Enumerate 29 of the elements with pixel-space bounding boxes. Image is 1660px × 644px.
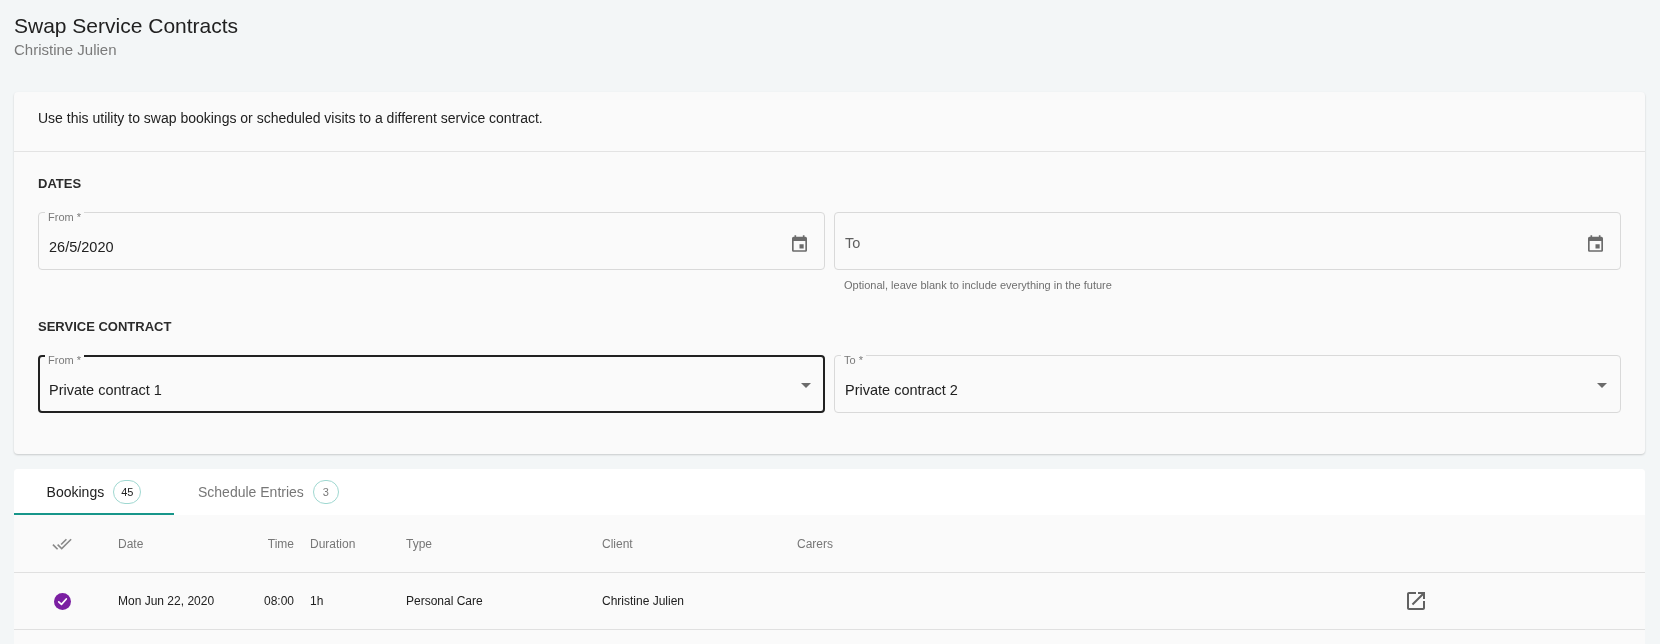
column-header: Date — [118, 536, 144, 551]
helper-text: Optional, leave blank to include everything in the future — [843, 278, 1113, 293]
column-header: Duration — [310, 536, 356, 551]
section-heading: SERVICE CONTRACT — [38, 318, 173, 336]
double-check-icon[interactable] — [52, 537, 72, 550]
field-label: From * — [45, 355, 84, 366]
table-cell: 08:00 — [263, 594, 294, 608]
column-header: Time — [267, 536, 294, 551]
date-field[interactable]: To — [834, 212, 1621, 270]
open-external-icon[interactable] — [1407, 592, 1425, 610]
calendar-icon[interactable] — [792, 235, 807, 252]
table-cell: 1h — [310, 594, 324, 608]
page-subtitle: Christine Julien — [14, 40, 118, 60]
tab[interactable]: Schedule Entries 3 — [174, 469, 363, 515]
caret-icon[interactable] — [1597, 383, 1607, 388]
page-title: Swap Service Contracts — [14, 13, 240, 39]
column-header: Carers — [797, 536, 833, 551]
field-label: From * — [45, 212, 84, 223]
table-cell: Christine Julien — [602, 594, 685, 608]
field-label: To * — [841, 355, 866, 366]
table-cell: Mon Jun 22, 2020 — [118, 594, 215, 608]
checked-circle-icon[interactable] — [53, 592, 71, 610]
caret-icon[interactable] — [801, 383, 811, 388]
column-header: Type — [406, 536, 432, 551]
section-heading: DATES — [38, 175, 83, 193]
column-header: Client — [602, 536, 633, 551]
intro-text: Use this utility to swap bookings or scheduled visits to a different service contract. — [38, 109, 544, 128]
table-cell: Personal Care — [406, 594, 483, 608]
calendar-icon[interactable] — [1588, 235, 1603, 252]
